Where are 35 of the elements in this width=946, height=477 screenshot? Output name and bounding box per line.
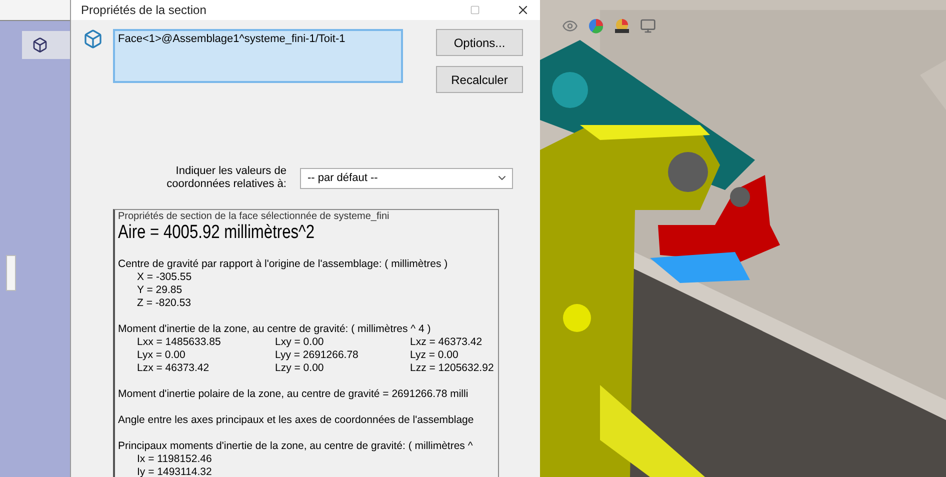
color-wheel-icon[interactable] [588, 18, 604, 34]
eye-icon[interactable] [562, 18, 578, 34]
value-line: Z = -820.53 [136, 297, 192, 310]
matrix-value: Lzz = 1205632.92 [410, 362, 495, 375]
coordinates-dropdown[interactable]: -- par défaut -- [300, 168, 514, 188]
value-line: X = -305.55 [136, 271, 193, 284]
matrix-value: Lyy = 2691266.78 [275, 349, 360, 362]
options-button[interactable]: Options... [436, 29, 523, 56]
cube-icon[interactable] [32, 37, 48, 53]
section-heading: Moment d'inertie polaire de la zone, au centre de gravité = 2691266.78 milli [118, 388, 470, 401]
matrix-value: Lyz = 0.00 [410, 349, 460, 362]
matrix-value: Lyx = 0.00 [137, 349, 186, 362]
matrix-value: Lxz = 46373.42 [410, 336, 484, 349]
selection-list[interactable]: Face<1>@Assemblage1^systeme_fini-1/Toit-1 [113, 29, 403, 83]
section-heading: Angle entre les axes principaux et les axes de coordonnées de l'assemblage [118, 414, 475, 427]
section-heading: Moment d'inertie de la zone, au centre de gravité: ( millimètres ^ 4 ) [118, 323, 432, 336]
area-value: Aire = 4005.92 millimètres^2 [118, 222, 316, 244]
coordinates-label: Indiquer les valeurs de coordonnées relatives à: [166, 165, 286, 191]
section-heading: Centre de gravité par rapport à l'origine de l'assemblage: ( millimètres ) [118, 258, 449, 271]
maximize-icon[interactable] [470, 5, 480, 15]
matrix-value: Lzx = 46373.42 [137, 362, 210, 375]
matrix-value: Lxx = 1485633.85 [137, 336, 222, 349]
matrix-value: Lxy = 0.00 [275, 336, 325, 349]
section-heading: Principaux moments d'inertie de la zone, au centre de gravité: ( millimètres ^ [118, 440, 474, 453]
recalculate-button[interactable]: Recalculer [436, 66, 523, 93]
matrix-value: Lzy = 0.00 [275, 362, 325, 375]
results-caption: Propriétés de section de la face sélectionnée de systeme_fini [118, 211, 390, 222]
scene-icon[interactable] [614, 18, 630, 34]
value-line: Iy = 1493114.32 [136, 466, 213, 477]
window-title: Propriétés de la section [81, 3, 208, 17]
cube-icon [83, 29, 103, 49]
value-line: Y = 29.85 [136, 284, 184, 297]
side-tab[interactable] [6, 255, 16, 291]
monitor-icon[interactable] [640, 18, 656, 34]
value-line: Ix = 1198152.46 [136, 453, 213, 466]
